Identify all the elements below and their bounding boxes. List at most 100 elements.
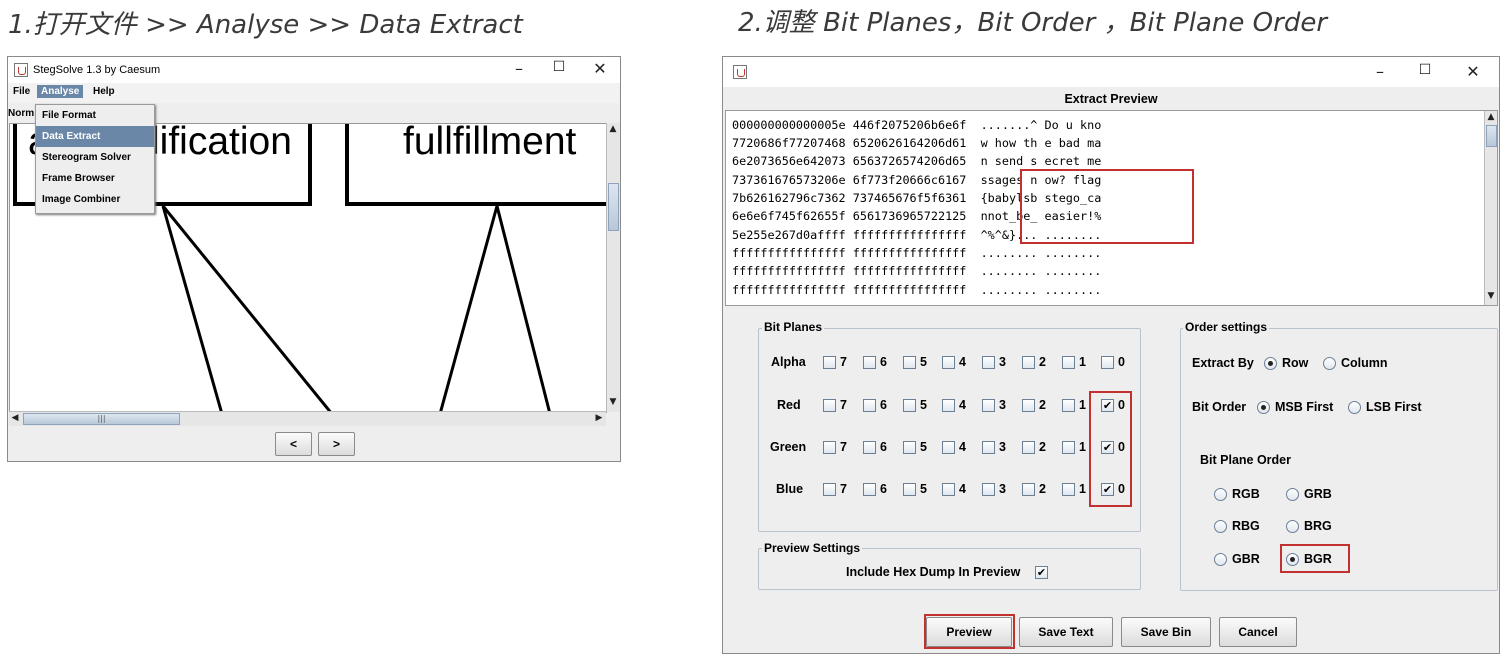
- bitplane-checkbox-blue-1[interactable]: [1062, 483, 1075, 496]
- bitplane-checkbox-green-2[interactable]: [1022, 441, 1035, 454]
- bitplane-row-label: Blue: [776, 482, 804, 496]
- cancel-button[interactable]: Cancel: [1219, 617, 1297, 647]
- bitplane-checkbox-red-7[interactable]: [823, 399, 836, 412]
- bitplane-checkbox-green-6[interactable]: [863, 441, 876, 454]
- close-icon[interactable]: ✕: [1463, 62, 1483, 81]
- bitplane-bit-label: 2: [1039, 398, 1046, 412]
- scroll-up-icon[interactable]: ▲: [1485, 112, 1497, 122]
- bitplane-checkbox-green-4[interactable]: [942, 441, 955, 454]
- bitplane-checkbox-green-7[interactable]: [823, 441, 836, 454]
- plane-order-label-grb: GRB: [1304, 487, 1332, 501]
- bitplane-checkbox-red-1[interactable]: [1062, 399, 1075, 412]
- hex-dump-checkbox[interactable]: ✔: [1035, 566, 1048, 579]
- bitplane-checkbox-blue-7[interactable]: [823, 483, 836, 496]
- preview-button[interactable]: Preview: [926, 617, 1012, 647]
- bitplane-checkbox-red-4[interactable]: [942, 399, 955, 412]
- bitplane-checkbox-red-0[interactable]: ✔: [1101, 399, 1114, 412]
- plane-order-radio-gbr[interactable]: [1214, 553, 1227, 566]
- bitplane-checkbox-blue-2[interactable]: [1022, 483, 1035, 496]
- lsb-first-radio[interactable]: [1348, 401, 1361, 414]
- menuitem-file-format[interactable]: File Format: [36, 105, 154, 126]
- bitplane-checkbox-blue-5[interactable]: [903, 483, 916, 496]
- plane-order-label-brg: BRG: [1304, 519, 1332, 533]
- bitplane-bit-label: 4: [959, 398, 966, 412]
- bitplane-checkbox-alpha-7[interactable]: [823, 356, 836, 369]
- plane-order-radio-bgr[interactable]: [1286, 553, 1299, 566]
- plane-order-radio-brg[interactable]: [1286, 520, 1299, 533]
- hex-scroll-thumb[interactable]: [1486, 125, 1497, 147]
- canvas-word-lification: lification: [151, 123, 292, 163]
- bitplane-checkbox-red-5[interactable]: [903, 399, 916, 412]
- plane-order-radio-rgb[interactable]: [1214, 488, 1227, 501]
- bitplane-checkbox-green-1[interactable]: [1062, 441, 1075, 454]
- bitplane-checkbox-alpha-6[interactable]: [863, 356, 876, 369]
- bitplane-checkbox-blue-0[interactable]: ✔: [1101, 483, 1114, 496]
- prev-button[interactable]: <: [275, 432, 312, 456]
- lsb-first-label: LSB First: [1366, 400, 1422, 414]
- extract-by-column-radio[interactable]: [1323, 357, 1336, 370]
- close-icon[interactable]: ✕: [590, 59, 610, 78]
- extract-by-row-radio[interactable]: [1264, 357, 1277, 370]
- bitplane-checkbox-red-3[interactable]: [982, 399, 995, 412]
- plane-order-label-rbg: RBG: [1232, 519, 1260, 533]
- hex-preview-pane[interactable]: 000000000000005e 446f2075206b6e6f ......…: [725, 110, 1498, 306]
- minimize-icon[interactable]: –: [509, 59, 529, 78]
- bitplane-checkbox-red-2[interactable]: [1022, 399, 1035, 412]
- scroll-up-icon[interactable]: ▲: [607, 124, 619, 134]
- menuitem-frame-browser[interactable]: Frame Browser: [36, 168, 154, 189]
- minimize-icon[interactable]: –: [1370, 62, 1390, 81]
- bitplane-checkbox-green-0[interactable]: ✔: [1101, 441, 1114, 454]
- horizontal-scrollbar[interactable]: ◀ ||| ▶: [9, 411, 606, 426]
- menuitem-stereogram-solver[interactable]: Stereogram Solver: [36, 147, 154, 168]
- scroll-down-icon[interactable]: ▼: [1485, 291, 1497, 301]
- bitplane-checkbox-alpha-5[interactable]: [903, 356, 916, 369]
- bitplane-checkbox-alpha-3[interactable]: [982, 356, 995, 369]
- plane-order-radio-grb[interactable]: [1286, 488, 1299, 501]
- plane-order-radio-rbg[interactable]: [1214, 520, 1227, 533]
- bitplane-bit-label: 7: [840, 482, 847, 496]
- save-bin-button[interactable]: Save Bin: [1121, 617, 1211, 647]
- scroll-right-icon[interactable]: ▶: [593, 413, 605, 423]
- bitplane-checkbox-blue-6[interactable]: [863, 483, 876, 496]
- bitplane-checkbox-alpha-2[interactable]: [1022, 356, 1035, 369]
- scroll-left-icon[interactable]: ◀: [9, 413, 21, 423]
- bitplane-bit-label: 6: [880, 398, 887, 412]
- next-button[interactable]: >: [318, 432, 355, 456]
- plane-order-label-rgb: RGB: [1232, 487, 1260, 501]
- extract-by-row-label: Row: [1282, 356, 1309, 370]
- menuitem-data-extract[interactable]: Data Extract: [36, 126, 154, 147]
- bitplane-checkbox-alpha-0[interactable]: [1101, 356, 1114, 369]
- maximize-icon[interactable]: ☐: [549, 59, 569, 75]
- menu-analyse[interactable]: Analyse: [37, 85, 84, 98]
- hex-line: 5e255e267d0affff ffffffffffffffff ^%^&}.…: [732, 228, 1102, 242]
- scroll-down-icon[interactable]: ▼: [607, 397, 619, 407]
- menuitem-image-combiner[interactable]: Image Combiner: [36, 189, 154, 210]
- vertical-scroll-thumb[interactable]: [608, 183, 619, 231]
- bitplane-bit-label: 2: [1039, 482, 1046, 496]
- horizontal-scroll-thumb[interactable]: |||: [23, 413, 180, 425]
- bitplane-checkbox-blue-4[interactable]: [942, 483, 955, 496]
- bitplane-checkbox-red-6[interactable]: [863, 399, 876, 412]
- bitplane-checkbox-blue-3[interactable]: [982, 483, 995, 496]
- hex-line: 6e2073656e642073 6563726574206d65 n send…: [732, 154, 1102, 168]
- canvas-word-fullfillment: fullfillment: [403, 123, 577, 163]
- vertical-scrollbar[interactable]: ▲ ▼: [606, 123, 620, 412]
- title-bar: StegSolve 1.3 by Caesum – ☐ ✕: [8, 57, 620, 83]
- hex-line: ffffffffffffffff ffffffffffffffff ......…: [732, 264, 1102, 278]
- analyse-dropdown: File Format Data Extract Stereogram Solv…: [35, 104, 155, 214]
- bitplane-checkbox-green-3[interactable]: [982, 441, 995, 454]
- bitplane-bit-label: 0: [1118, 398, 1125, 412]
- hex-line: 7b626162796c7362 737465676f5f6361 {babyl…: [732, 191, 1102, 205]
- save-text-button[interactable]: Save Text: [1019, 617, 1113, 647]
- msb-first-radio[interactable]: [1257, 401, 1270, 414]
- normal-label-partial: Norm: [8, 108, 35, 119]
- bit-planes-title: Bit Planes: [762, 320, 825, 334]
- hex-vertical-scrollbar[interactable]: ▲ ▼: [1484, 111, 1497, 305]
- maximize-icon[interactable]: ☐: [1415, 62, 1435, 78]
- bitplane-bit-label: 4: [959, 355, 966, 369]
- menu-help[interactable]: Help: [89, 85, 119, 98]
- bitplane-checkbox-alpha-4[interactable]: [942, 356, 955, 369]
- menu-file[interactable]: File: [9, 85, 34, 98]
- bitplane-checkbox-alpha-1[interactable]: [1062, 356, 1075, 369]
- bitplane-checkbox-green-5[interactable]: [903, 441, 916, 454]
